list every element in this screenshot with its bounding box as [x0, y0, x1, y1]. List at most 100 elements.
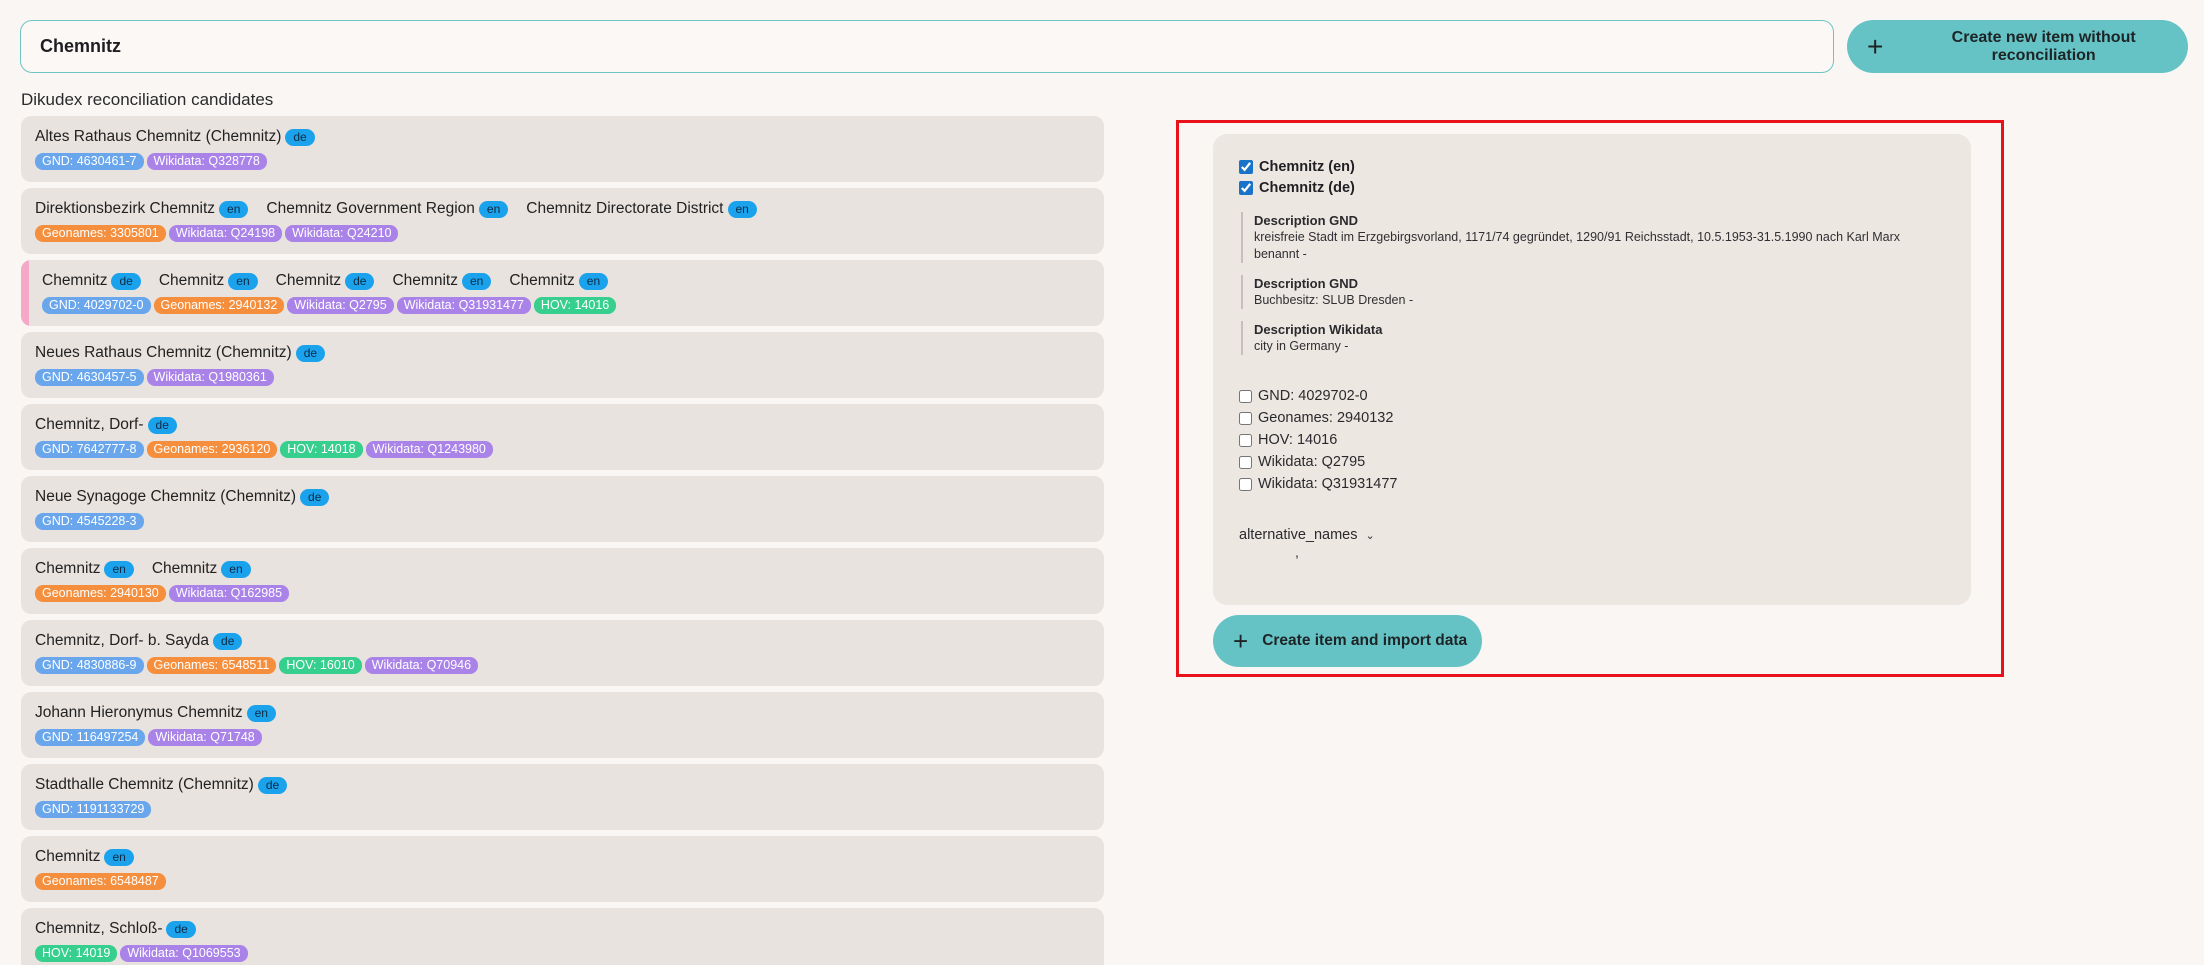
top-bar: + Create new item without reconciliation — [20, 20, 2188, 74]
candidate-name-text: Chemnitz Government Region — [266, 200, 475, 217]
wikidata-id-badge: Wikidata: Q2795 — [287, 296, 394, 314]
search-input[interactable] — [20, 20, 1834, 73]
id-option-checkbox[interactable] — [1239, 389, 1252, 403]
description-title: Description GND — [1254, 276, 1359, 291]
id-option[interactable]: Geonames: 2940132 — [1239, 407, 1945, 429]
description-text: city in Germany - — [1254, 339, 1349, 353]
gnd-id-badge: GND: 4630457-5 — [35, 368, 144, 386]
candidate-card[interactable]: Chemnitz, Schloß-de HOV: 14019 Wikidata: Q… — [21, 908, 1104, 965]
candidate-card[interactable]: Neues Rathaus Chemnitz (Chemnitz) de GND: … — [21, 332, 1104, 398]
geonames-id-badge: Geonames: 2936120 — [146, 440, 278, 458]
candidate-name: Chemnitz en — [152, 560, 251, 578]
id-option-checkbox[interactable] — [1239, 477, 1252, 491]
name-option-checkbox[interactable] — [1239, 159, 1253, 174]
name-option-label: Chemnitz (en) — [1259, 158, 1355, 175]
candidate-name: Chemnitz, Schloß-de — [35, 920, 196, 938]
wikidata-id-badge: Wikidata: Q1243980 — [365, 440, 493, 458]
language-badge: en — [246, 704, 276, 722]
create-and-import-button[interactable]: + Create item and import data — [1213, 615, 1482, 667]
language-badge: de — [213, 632, 243, 650]
candidate-names: Altes Rathaus Chemnitz (Chemnitz) de — [35, 126, 1090, 148]
candidate-name: Johann Hieronymus Chemnitz en — [35, 704, 276, 722]
candidate-name: Neue Synagoge Chemnitz (Chemnitz) de — [35, 488, 330, 506]
id-option-label: Wikidata: Q31931477 — [1258, 476, 1398, 492]
id-option-checkbox[interactable] — [1239, 455, 1252, 469]
id-option[interactable]: Wikidata: Q31931477 — [1239, 473, 1945, 495]
candidate-names: Direktionsbezirk Chemnitz en Chemnitz Gove… — [35, 198, 1090, 220]
geonames-id-badge: Geonames: 6548511 — [146, 656, 277, 674]
candidate-ids: Geonames: 2940130 Wikidata: Q162985 — [35, 584, 1090, 602]
candidate-ids: GND: 4029702-0 Geonames: 2940132 Wikidata:… — [42, 296, 1090, 314]
candidate-name: Altes Rathaus Chemnitz (Chemnitz) de — [35, 128, 315, 146]
candidate-names: Chemnitz en Chemnitz en — [35, 558, 1090, 580]
alternative-names-toggle[interactable]: alternative_names ⌄ — [1239, 527, 1945, 543]
id-option-label: Wikidata: Q2795 — [1258, 454, 1366, 470]
create-new-item-button[interactable]: + Create new item without reconciliation — [1847, 20, 2188, 73]
language-badge: en — [727, 200, 757, 218]
candidate-card[interactable]: Johann Hieronymus Chemnitz en GND: 1164972… — [21, 692, 1104, 758]
candidate-name: Neues Rathaus Chemnitz (Chemnitz) de — [35, 344, 326, 362]
candidate-names: Neues Rathaus Chemnitz (Chemnitz) de — [35, 342, 1090, 364]
candidate-name-text: Chemnitz — [151, 560, 218, 577]
chevron-down-icon: ⌄ — [1365, 529, 1375, 542]
geonames-id-badge: Geonames: 2940132 — [153, 296, 285, 314]
candidate-ids: GND: 7642777-8 Geonames: 2936120 HOV: 1401… — [35, 440, 1090, 458]
candidate-card[interactable]: Stadthalle Chemnitz (Chemnitz) de GND: 119… — [21, 764, 1104, 830]
language-badge: en — [219, 200, 249, 218]
candidate-names: Stadthalle Chemnitz (Chemnitz) de — [35, 774, 1090, 796]
candidate-name-text: Chemnitz, Schloß- — [35, 920, 163, 937]
language-badge: de — [257, 776, 288, 794]
id-option[interactable]: Wikidata: Q2795 — [1239, 451, 1945, 473]
wikidata-id-badge: Wikidata: Q162985 — [168, 584, 290, 602]
candidate-ids: Geonames: 6548487 — [35, 872, 1090, 890]
gnd-id-badge: GND: 4630461-7 — [35, 152, 144, 170]
candidate-card[interactable]: Chemnitz en Chemnitz en Geonames: 2940130 Wik… — [21, 548, 1104, 614]
candidate-name-text: Chemnitz Directorate District — [526, 200, 724, 217]
candidate-card[interactable]: Neue Synagoge Chemnitz (Chemnitz) de GND: … — [21, 476, 1104, 542]
alternative-names-value: , — [1295, 544, 1299, 560]
wikidata-id-badge: Wikidata: Q1069553 — [120, 944, 248, 962]
create-and-import-label: Create item and import data — [1262, 632, 1468, 649]
alternative-names-label: alternative_names — [1239, 527, 1358, 543]
candidate-card[interactable]: Altes Rathaus Chemnitz (Chemnitz) de GND: … — [21, 116, 1104, 182]
candidate-name: Chemnitz Government Region en — [266, 200, 509, 218]
candidate-name: Chemnitz en — [392, 272, 492, 290]
id-option[interactable]: GND: 4029702-0 — [1239, 385, 1945, 407]
language-badge: de — [300, 488, 330, 506]
candidate-names: Chemnitz, Dorf-de — [35, 414, 1090, 436]
descriptions: Description GND kreisfreie Stadt im Erzge… — [1239, 212, 1945, 355]
candidate-names: Chemnitz, Schloß-de — [35, 918, 1090, 940]
candidate-name-text: Chemnitz — [275, 272, 342, 289]
candidate-card[interactable]: Chemnitz, Dorf- b. Sayda de GND: 4830886-9… — [21, 620, 1104, 686]
language-badge: en — [461, 272, 492, 290]
language-badge: de — [111, 272, 141, 290]
candidate-name-text: Direktionsbezirk Chemnitz — [35, 200, 216, 217]
candidate-card[interactable]: Direktionsbezirk Chemnitz en Chemnitz Gove… — [21, 188, 1104, 254]
candidate-name-text: Chemnitz — [158, 272, 225, 289]
candidate-name: Chemnitz de — [42, 272, 141, 290]
description-title: Description GND — [1254, 213, 1359, 228]
wikidata-id-badge: Wikidata: Q24198 — [168, 224, 283, 242]
name-option[interactable]: Chemnitz (en) — [1239, 156, 1945, 177]
id-option-checkbox[interactable] — [1239, 433, 1252, 447]
candidate-card[interactable]: Chemnitz, Dorf-de GND: 7642777-8 Geonames:… — [21, 404, 1104, 470]
candidate-name: Chemnitz, Dorf- b. Sayda de — [35, 632, 243, 650]
detail-panel: Chemnitz (en) Chemnitz (de) Description G… — [1213, 134, 1971, 605]
id-option-checkbox[interactable] — [1239, 411, 1252, 425]
name-option[interactable]: Chemnitz (de) — [1239, 177, 1945, 198]
id-option[interactable]: HOV: 14016 — [1239, 429, 1945, 451]
candidate-card[interactable]: Chemnitz en Geonames: 6548487 — [21, 836, 1104, 902]
candidate-names: Chemnitz, Dorf- b. Sayda de — [35, 630, 1090, 652]
candidate-name-text: Johann Hieronymus Chemnitz — [35, 704, 243, 721]
candidate-ids: GND: 4830886-9 Geonames: 6548511 HOV: 1601… — [35, 656, 1090, 674]
candidate-name: Direktionsbezirk Chemnitz en — [35, 200, 249, 218]
name-option-label: Chemnitz (de) — [1259, 179, 1355, 196]
candidate-card[interactable]: Chemnitz de Chemnitz en Chemnitz de Chemnitz en… — [21, 260, 1104, 326]
wikidata-id-badge: Wikidata: Q71748 — [148, 728, 262, 746]
candidate-name: Chemnitz Directorate District en — [526, 200, 757, 218]
language-badge: en — [228, 272, 258, 290]
name-option-checkbox[interactable] — [1239, 180, 1253, 195]
candidate-ids: GND: 1191133729 — [35, 800, 1090, 818]
candidate-ids: GND: 116497254 Wikidata: Q71748 — [35, 728, 1090, 746]
id-option-label: GND: 4029702-0 — [1258, 388, 1368, 404]
